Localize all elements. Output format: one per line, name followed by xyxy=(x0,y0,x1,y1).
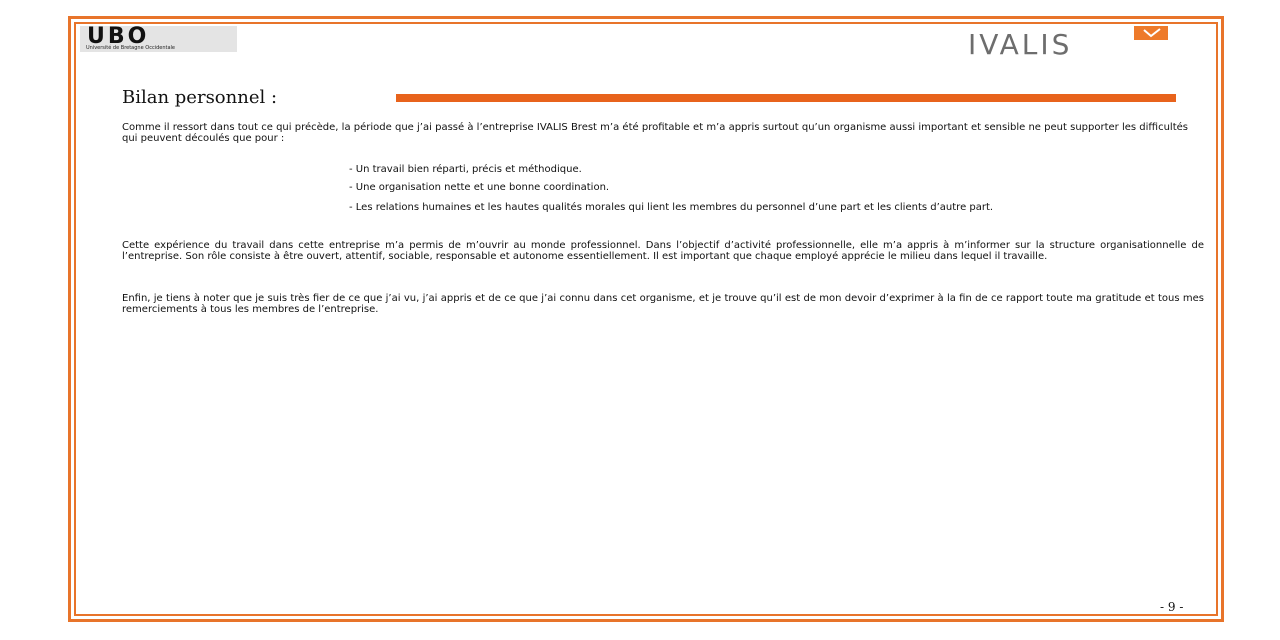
title-underline-bar xyxy=(396,94,1176,102)
bullet-item: - Une organisation nette et une bonne co… xyxy=(349,182,610,193)
paragraph-experience: Cette expérience du travail dans cette e… xyxy=(122,240,1204,262)
paragraph-conclusion: Enfin, je tiens à noter que je suis très… xyxy=(122,293,1204,315)
page-number: - 9 - xyxy=(1160,600,1184,614)
bullet-item: - Un travail bien réparti, précis et mét… xyxy=(349,164,582,175)
ivalis-logo-text: IVALIS xyxy=(968,28,1073,61)
section-title: Bilan personnel : xyxy=(122,87,278,108)
paragraph-intro: Comme il ressort dans tout ce qui précèd… xyxy=(122,122,1188,144)
bullet-item: - Les relations humaines et les hautes q… xyxy=(349,202,994,213)
ubo-logo: UBO Université de Bretagne Occidentale xyxy=(80,26,237,52)
ubo-logo-subtitle: Université de Bretagne Occidentale xyxy=(86,45,175,51)
ivalis-logo: IVALIS xyxy=(968,26,1204,60)
page-border-inner xyxy=(74,22,1218,616)
checkmark-icon xyxy=(1134,26,1168,40)
